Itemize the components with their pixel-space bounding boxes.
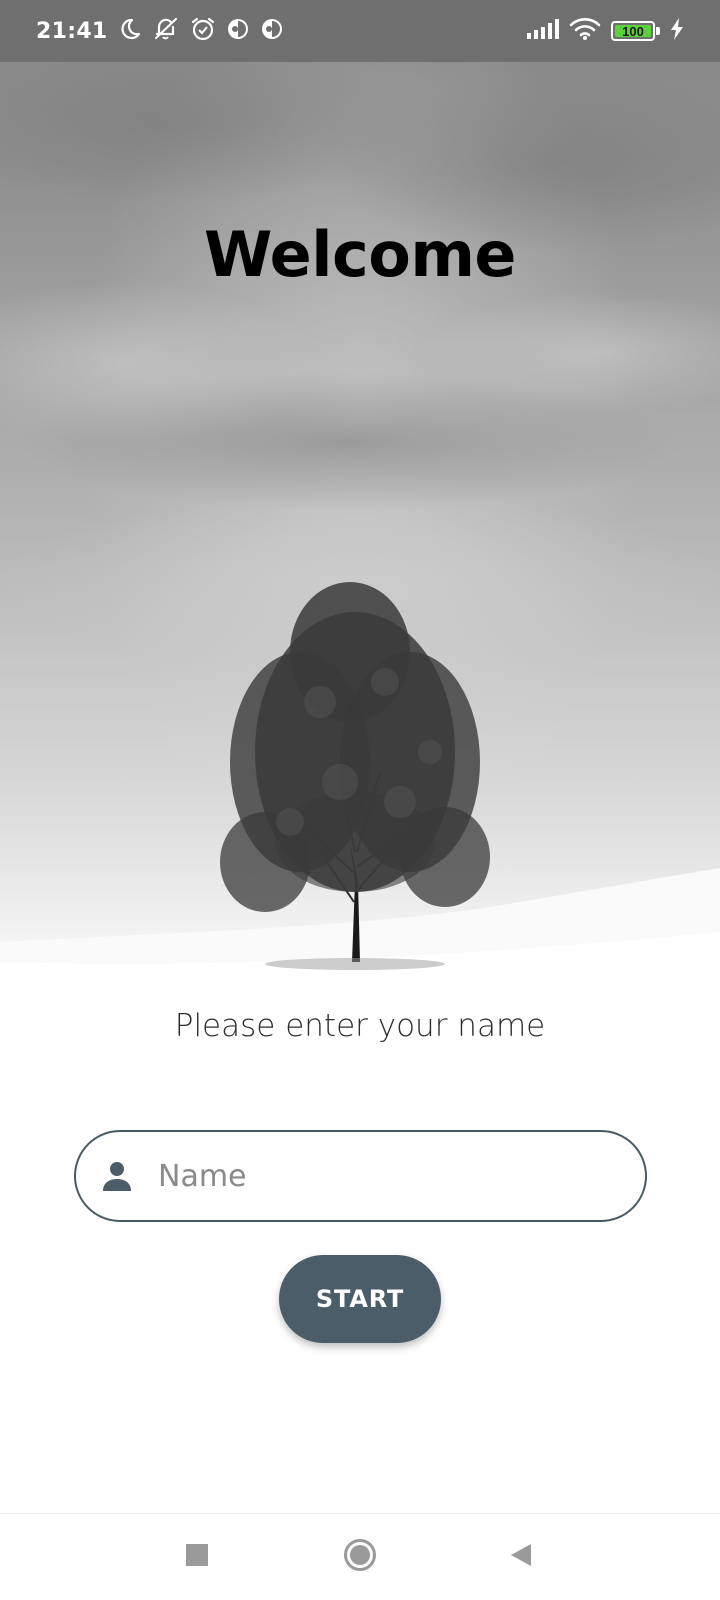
circle-icon: [343, 1538, 377, 1577]
back-triangle-icon: [507, 1542, 533, 1573]
battery-body: 100: [611, 21, 655, 41]
back-button[interactable]: [480, 1514, 560, 1600]
status-time: 21:41: [36, 18, 108, 44]
home-button[interactable]: [320, 1514, 400, 1600]
navigation-bar: [0, 1514, 720, 1600]
status-right: 100: [527, 17, 684, 46]
app-indicator-icon: [226, 17, 250, 46]
tree-landscape-illustration: [0, 62, 720, 1002]
status-bar: 21:41 100: [0, 0, 720, 62]
name-prompt: Please enter your name: [174, 1008, 546, 1044]
person-icon: [100, 1159, 134, 1193]
app-screen: 21:41 100 Welcome Please enter your name…: [0, 0, 720, 1600]
notifications-off-icon: [152, 16, 180, 47]
alarm-icon: [190, 16, 216, 47]
wifi-icon: [569, 17, 601, 46]
start-button[interactable]: START: [279, 1255, 441, 1343]
app-indicator-icon: [260, 17, 284, 46]
name-field[interactable]: [74, 1130, 647, 1222]
name-input[interactable]: [158, 1158, 645, 1194]
hero-image: [0, 62, 720, 1002]
square-icon: [185, 1543, 209, 1572]
status-left: 21:41: [36, 16, 284, 47]
signal-icon: [527, 18, 559, 44]
battery-level: 100: [622, 23, 644, 39]
battery-icon: 100: [611, 21, 660, 41]
welcome-title: Welcome: [204, 218, 516, 291]
battery-cap: [656, 27, 660, 35]
recent-apps-button[interactable]: [157, 1514, 237, 1600]
moon-icon: [118, 17, 142, 46]
charging-icon: [670, 17, 684, 45]
